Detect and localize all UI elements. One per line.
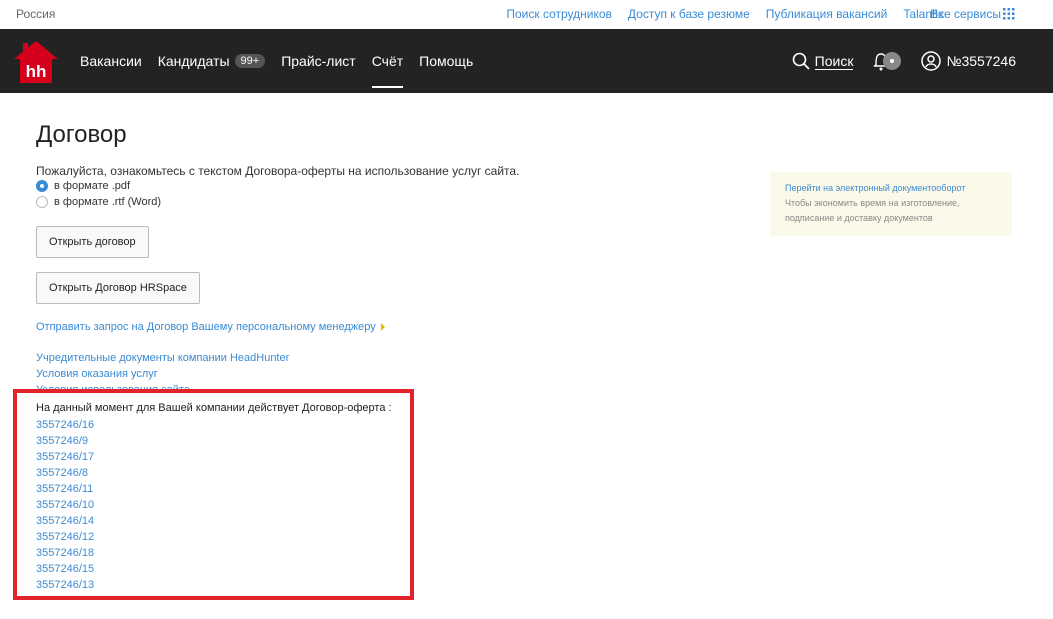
contract-link[interactable]: 3557246/16: [36, 417, 94, 433]
nav-item-candidates[interactable]: Кандидаты 99+: [157, 29, 266, 93]
edo-description: Чтобы экономить время на изготовление, п…: [785, 198, 960, 223]
candidates-count-badge: 99+: [234, 54, 266, 68]
account-menu[interactable]: №3557246: [921, 51, 1016, 71]
nav-label: Вакансии: [80, 53, 142, 69]
search-button[interactable]: Поиск: [792, 52, 854, 70]
contract-link[interactable]: 3557246/8: [36, 465, 94, 481]
contract-link[interactable]: 3557246/18: [36, 545, 94, 561]
top-link-employee-search[interactable]: Поиск сотрудников: [506, 7, 612, 21]
nav-label: Счёт: [371, 53, 404, 69]
nav-item-help[interactable]: Помощь: [419, 29, 473, 93]
grid-icon[interactable]: [1003, 8, 1015, 20]
nav-item-price-list[interactable]: Прайс-лист: [281, 29, 356, 93]
hh-logo-icon[interactable]: hh: [14, 39, 58, 85]
top-links: Поиск сотрудников Доступ к базе резюме П…: [490, 7, 944, 21]
contract-list: 3557246/16 3557246/9 3557246/17 3557246/…: [36, 417, 94, 593]
contract-link[interactable]: 3557246/10: [36, 497, 94, 513]
nav-items: Вакансии Кандидаты 99+ Прайс-лист Счёт По…: [80, 29, 489, 93]
doc-link-terms[interactable]: Условия оказания услуг: [36, 368, 158, 380]
format-label: в формате .pdf: [54, 180, 131, 192]
open-hrspace-button[interactable]: Открыть Договор HRSpace: [36, 272, 200, 304]
search-icon: [792, 52, 810, 70]
open-contract-button[interactable]: Открыть договор: [36, 226, 149, 258]
contract-link[interactable]: 3557246/13: [36, 577, 94, 593]
offer-text: На данный момент для Вашей компании дейс…: [36, 402, 392, 414]
nav-label: Кандидаты: [157, 53, 230, 69]
top-link-vacancy-publish[interactable]: Публикация вакансий: [766, 7, 888, 21]
search-label: Поиск: [814, 52, 854, 70]
doc-link-site-usage[interactable]: Условия использования сайта: [36, 384, 190, 396]
arrow-right-icon: [380, 323, 385, 332]
format-option-rtf[interactable]: в формате .rtf (Word): [36, 196, 161, 208]
request-contract-link[interactable]: Отправить запрос на Договор Вашему персо…: [36, 321, 385, 333]
nav-item-account[interactable]: Счёт: [371, 29, 404, 93]
top-link-resume-access[interactable]: Доступ к базе резюме: [628, 7, 750, 21]
doc-link-founding[interactable]: Учредительные документы компании HeadHun…: [36, 352, 289, 364]
radio-rtf[interactable]: [36, 196, 48, 208]
format-option-pdf[interactable]: в формате .pdf: [36, 180, 130, 192]
radio-pdf[interactable]: [36, 180, 48, 192]
user-icon: [921, 51, 942, 71]
main-navbar: hh Вакансии Кандидаты 99+ Прайс-лист Счёт…: [0, 29, 1053, 93]
intro-text: Пожалуйста, ознакомьтесь с текстом Догов…: [36, 164, 520, 178]
notification-indicator: [883, 52, 902, 70]
top-utility-bar: Россия Поиск сотрудников Доступ к базе р…: [0, 0, 1053, 29]
notifications-button[interactable]: [873, 51, 902, 71]
contract-link[interactable]: 3557246/9: [36, 433, 94, 449]
region-selector[interactable]: Россия: [16, 7, 55, 21]
nav-label: Прайс-лист: [281, 53, 356, 69]
request-contract-label: Отправить запрос на Договор Вашему персо…: [36, 321, 376, 333]
format-label: в формате .rtf (Word): [54, 196, 162, 208]
edo-link[interactable]: Перейти на электронный документооборот: [785, 181, 997, 196]
contract-link[interactable]: 3557246/12: [36, 529, 94, 545]
contract-link[interactable]: 3557246/15: [36, 561, 94, 577]
contract-link[interactable]: 3557246/14: [36, 513, 94, 529]
nav-right: Поиск №3557246: [792, 29, 1016, 93]
nav-label: Помощь: [419, 53, 474, 69]
logo-text: hh: [26, 62, 47, 81]
page-title: Договор: [36, 121, 127, 148]
nav-item-vacancies[interactable]: Вакансии: [80, 29, 142, 93]
contract-link[interactable]: 3557246/11: [36, 481, 94, 497]
all-services-link[interactable]: Все сервисы: [930, 7, 1001, 21]
contract-link[interactable]: 3557246/17: [36, 449, 94, 465]
account-number: №3557246: [946, 53, 1016, 69]
edo-notice: Перейти на электронный документооборот Ч…: [770, 172, 1012, 236]
